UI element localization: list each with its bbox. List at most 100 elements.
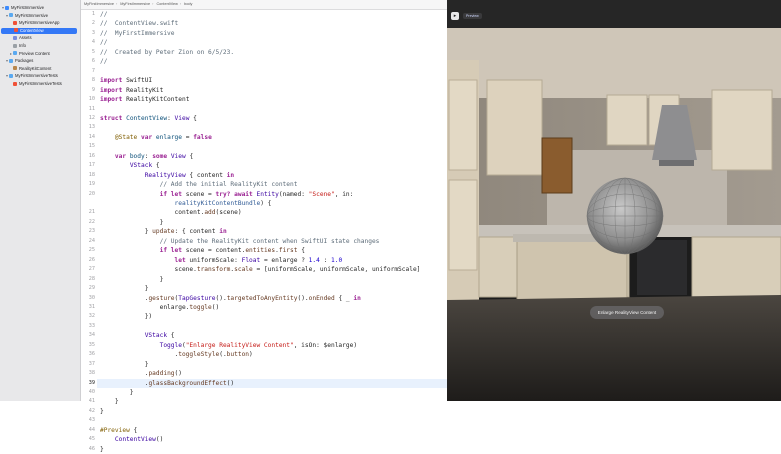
code-line[interactable]: // Add the initial RealityKit content — [100, 180, 298, 189]
line-number: 29 — [88, 285, 95, 292]
line-number: 16 — [88, 152, 95, 159]
line-number: 7 — [91, 67, 95, 74]
code-line[interactable]: } update: { content in — [100, 227, 227, 236]
pin-preview-button[interactable]: ▸ — [451, 12, 459, 20]
line-number: 28 — [88, 275, 95, 282]
line-number: 23 — [88, 228, 95, 235]
line-number: 2 — [91, 20, 95, 27]
code-line[interactable]: // Created by Peter Zion on 6/5/23. — [100, 48, 234, 57]
code-line[interactable]: }) — [100, 312, 152, 321]
line-number: 4 — [91, 39, 95, 46]
preview-mode-button[interactable]: Preview — [463, 13, 482, 19]
navigator-item-label: MyFirstImmersive — [15, 12, 49, 18]
code-editor[interactable]: 1 2 3 4 5 6 7 8 9 10 11 12 13 14 15 16 17 18 19 20 21 22 23 24 2… — [81, 10, 447, 453]
code-line[interactable]: RealityView { content in — [100, 171, 234, 180]
line-number: 25 — [88, 247, 95, 254]
breadcrumb-item[interactable]: MyFirstImmersive — [120, 2, 150, 6]
code-line[interactable]: if let scene = content.entities.first { — [100, 246, 305, 255]
code-line[interactable]: import RealityKit — [100, 86, 163, 95]
line-number: 3 — [91, 29, 95, 36]
line-number: 10 — [88, 96, 95, 103]
breadcrumb-item[interactable]: MyFirstImmersive — [84, 2, 114, 6]
code-line[interactable]: // — [100, 10, 107, 19]
code-line[interactable]: // ContentView.swift — [100, 19, 178, 28]
code-line[interactable]: // Update the RealityKit content when Sw… — [100, 237, 380, 246]
code-line[interactable]: VStack { — [100, 331, 175, 340]
code-line[interactable]: realityKitContentBundle) { — [100, 199, 272, 208]
code-line[interactable]: } — [100, 388, 134, 397]
navigator-item[interactable]: MyFirstImmersiveTests — [0, 81, 80, 87]
line-number: 44 — [88, 426, 95, 433]
code-line[interactable]: content.add(scene) — [100, 208, 242, 217]
line-number: 1 — [91, 11, 95, 17]
code-line[interactable]: Toggle("Enlarge RealityView Content", is… — [100, 341, 357, 350]
navigator-item-label: Assets — [19, 35, 32, 41]
line-number: 17 — [88, 162, 95, 169]
chevron-right-icon: › — [115, 2, 118, 6]
code-line[interactable]: let uniformScale: Float = enlarge ? 1.4 … — [100, 256, 343, 265]
plist-icon — [13, 43, 17, 48]
navigator-item[interactable]: Info — [0, 43, 80, 49]
line-number: 12 — [88, 114, 95, 121]
navigator-item[interactable]: ▾ MyFirstImmersive — [0, 13, 80, 19]
code-line[interactable]: import RealityKitContent — [100, 95, 189, 104]
navigator-item-label: Preview Content — [19, 50, 50, 56]
package-icon — [13, 66, 17, 71]
line-number: 31 — [88, 303, 95, 310]
code-line[interactable]: } — [100, 397, 119, 406]
code-line[interactable]: // — [100, 38, 107, 47]
navigator-item[interactable]: Assets — [0, 35, 80, 41]
code-line[interactable]: if let scene = try? await Entity(named: … — [100, 190, 354, 199]
code-line[interactable]: // — [100, 57, 107, 66]
line-number: 35 — [88, 341, 95, 348]
swift-file-icon — [13, 20, 17, 25]
kitchen-scene — [447, 0, 781, 401]
swift-file-icon — [14, 28, 18, 33]
code-line[interactable]: // MyFirstImmersive — [100, 29, 175, 38]
code-line[interactable]: enlarge.toggle() — [100, 303, 220, 312]
code-line[interactable]: struct ContentView: View { — [100, 114, 197, 123]
line-number: 36 — [88, 351, 95, 358]
line-number: 27 — [88, 266, 95, 273]
assets-icon — [13, 35, 17, 40]
folder-icon — [9, 73, 13, 78]
code-line[interactable]: .toggleStyle(.button) — [100, 350, 253, 359]
preview-canvas[interactable]: ▸ Preview Enlarge RealityView Content — [447, 0, 781, 401]
code-line[interactable]: } — [100, 275, 164, 284]
navigator-item[interactable]: MyFirstImmersiveApp — [0, 20, 80, 26]
line-number: 32 — [88, 313, 95, 320]
navigator-item[interactable]: ▾ MyFirstImmersiveTests — [0, 73, 80, 79]
navigator-item[interactable]: ▸ Preview Content — [0, 51, 80, 57]
line-number — [81, 199, 95, 208]
code-line[interactable]: } — [100, 218, 164, 227]
line-number: 8 — [91, 77, 95, 84]
navigator-item-label: Packages — [15, 58, 34, 64]
line-number: 45 — [88, 436, 95, 443]
navigator-item[interactable]: ▾ MyFirstImmersive — [0, 5, 80, 11]
navigator-item[interactable]: ContentView — [1, 27, 77, 34]
code-line[interactable]: ContentView() — [100, 435, 163, 444]
code-line[interactable]: } — [100, 360, 149, 369]
code-line[interactable]: .glassBackgroundEffect() — [100, 379, 234, 388]
chevron-right-icon: › — [152, 2, 154, 6]
navigator-item[interactable]: ▾ Packages — [0, 58, 80, 64]
enlarge-toggle-button[interactable]: Enlarge RealityView Content — [590, 306, 664, 319]
code-line[interactable]: } — [100, 407, 104, 416]
code-line[interactable]: scene.transform.scale = [uniformScale, u… — [100, 265, 421, 274]
code-line[interactable]: .padding() — [100, 369, 182, 378]
code-line[interactable]: import SwiftUI — [100, 76, 152, 85]
code-line[interactable]: .gesture(TapGesture().targetedToAnyEntit… — [100, 294, 361, 303]
code-line[interactable]: var body: some View { — [100, 152, 193, 161]
swift-file-icon — [13, 81, 17, 86]
code-line[interactable]: @State var enlarge = false — [100, 133, 212, 142]
navigator-item-label: MyFirstImmersiveApp — [19, 20, 60, 26]
code-line[interactable]: } — [100, 284, 149, 293]
line-number: 9 — [91, 86, 95, 93]
code-line[interactable]: } — [100, 445, 104, 454]
navigator-item[interactable]: RealityKitContent — [0, 66, 80, 72]
code-line[interactable]: VStack { — [100, 161, 160, 170]
line-number: 18 — [88, 171, 95, 178]
breadcrumb-item[interactable]: ContentView — [156, 2, 177, 6]
code-line[interactable]: #Preview { — [100, 426, 137, 435]
breadcrumb-item[interactable]: body — [184, 2, 192, 6]
